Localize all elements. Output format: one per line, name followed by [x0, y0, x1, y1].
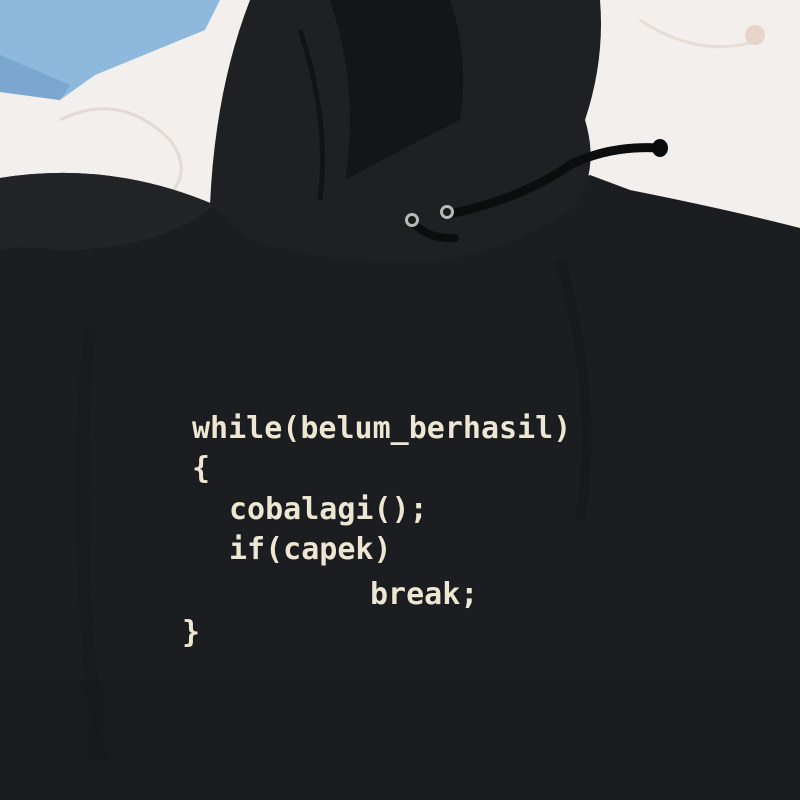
hoodie-photo — [0, 0, 800, 800]
grommet-hole — [408, 216, 416, 224]
lower-shadow — [0, 680, 800, 800]
drawstring-tip — [652, 139, 668, 157]
fabric-stain — [745, 25, 765, 45]
grommet-hole — [443, 208, 451, 216]
